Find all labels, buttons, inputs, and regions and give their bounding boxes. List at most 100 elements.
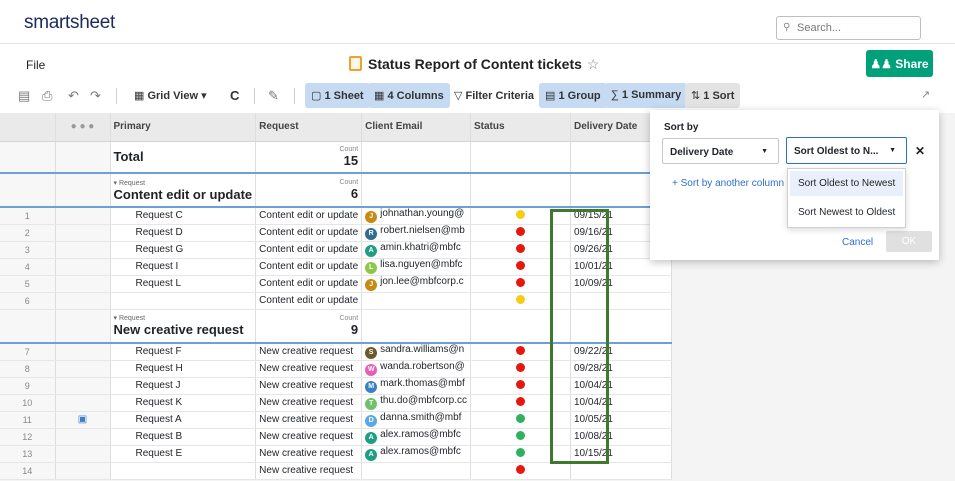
request-cell[interactable]: Content edit or update xyxy=(255,224,363,242)
primary-cell[interactable]: Request E xyxy=(110,445,257,463)
smartsheet-logo[interactable]: smartsheet xyxy=(24,12,115,34)
request-cell[interactable]: New creative request xyxy=(255,445,363,463)
status-cell[interactable] xyxy=(470,462,571,480)
table-row[interactable]: 14 New creative request xyxy=(0,462,672,480)
cancel-button[interactable]: Cancel xyxy=(842,237,873,248)
request-cell[interactable]: New creative request xyxy=(255,428,363,446)
primary-cell[interactable]: Request J xyxy=(110,377,257,395)
col-header-client-email[interactable]: Client Email xyxy=(361,113,471,142)
request-cell[interactable]: Content edit or update xyxy=(255,241,363,259)
email-cell[interactable]: Aamin.khatri@mbfc xyxy=(361,241,471,259)
row-icons xyxy=(55,343,111,361)
primary-cell[interactable]: Request G xyxy=(110,241,257,259)
summary-button[interactable]: ∑ 1 Summary xyxy=(605,83,688,108)
primary-cell[interactable]: Request F xyxy=(110,343,257,361)
row-icons xyxy=(55,207,111,225)
row-icons xyxy=(55,377,111,395)
request-cell[interactable]: New creative request xyxy=(255,462,363,480)
group-row[interactable]: ▾ Request Content edit or update Count 6 xyxy=(0,173,672,208)
option-oldest-to-newest[interactable]: Sort Oldest to Newest xyxy=(790,171,903,196)
primary-cell[interactable]: Request H xyxy=(110,360,257,378)
option-newest-to-oldest[interactable]: Sort Newest to Oldest xyxy=(788,198,905,225)
request-cell[interactable]: Content edit or update xyxy=(255,292,363,310)
remove-sort-icon[interactable]: ✕ xyxy=(915,144,925,158)
row-icons xyxy=(55,445,111,463)
sort-label: 1 Sort xyxy=(703,90,735,102)
columns-button[interactable]: ▦ 4 Columns xyxy=(368,83,450,108)
email-cell[interactable]: Rrobert.nielsen@mb xyxy=(361,224,471,242)
grid-view-dropdown[interactable]: ▦ Grid View ▾ xyxy=(128,83,213,108)
search-input[interactable]: ⚲ Search... xyxy=(776,16,921,40)
request-cell[interactable]: New creative request xyxy=(255,411,363,429)
title-bar: File Status Report of Content tickets ☆ ♟… xyxy=(0,45,955,81)
status-dot-icon xyxy=(516,226,525,236)
email-text: alex.ramos@mbfc xyxy=(380,429,461,440)
primary-cell[interactable]: Request I xyxy=(110,258,257,276)
share-button[interactable]: ♟♟ Share xyxy=(866,50,933,77)
request-cell[interactable]: Content edit or update xyxy=(255,258,363,276)
expand-icon[interactable]: ↗ xyxy=(921,88,930,101)
group-count: Count 9 xyxy=(255,309,363,344)
refresh-icon[interactable]: C xyxy=(230,88,239,103)
email-cell[interactable]: Jjohnathan.young@ xyxy=(361,207,471,225)
row-icons xyxy=(55,394,111,412)
email-cell[interactable]: Llisa.nguyen@mbfc xyxy=(361,258,471,276)
sheet-button[interactable]: ▢ 1 Sheet xyxy=(305,83,370,108)
primary-cell[interactable]: Request K xyxy=(110,394,257,412)
primary-cell[interactable] xyxy=(110,462,257,480)
group-button[interactable]: ▤ 1 Group xyxy=(539,83,607,108)
primary-cell[interactable]: Request C xyxy=(110,207,257,225)
avatar: S xyxy=(365,347,378,359)
request-cell[interactable]: Content edit or update xyxy=(255,207,363,225)
row-number: 12 xyxy=(0,428,56,446)
request-cell[interactable]: New creative request xyxy=(255,343,363,361)
email-cell[interactable]: Aalex.ramos@mbfc xyxy=(361,428,471,446)
status-dot-icon xyxy=(516,379,525,389)
count-value: 15 xyxy=(343,152,359,168)
print-icon[interactable]: ⎙ xyxy=(42,88,52,104)
primary-cell[interactable] xyxy=(110,292,257,310)
total-label: Total xyxy=(110,141,257,174)
email-cell[interactable]: Ddanna.smith@mbf xyxy=(361,411,471,429)
request-cell[interactable]: Content edit or update xyxy=(255,275,363,293)
save-icon[interactable]: ▤ xyxy=(18,88,30,104)
email-cell[interactable]: Jjon.lee@mbfcorp.c xyxy=(361,275,471,293)
email-cell[interactable]: Tthu.do@mbfcorp.cc xyxy=(361,394,471,412)
comment-icon[interactable]: ▣ xyxy=(78,414,87,425)
email-cell[interactable]: Ssandra.williams@n xyxy=(361,343,471,361)
star-icon[interactable]: ☆ xyxy=(587,56,600,72)
ok-button[interactable]: OK xyxy=(886,231,932,252)
primary-cell[interactable]: Request B xyxy=(110,428,257,446)
col-header-primary[interactable]: Primary xyxy=(110,113,257,142)
sort-order-select[interactable]: Sort Oldest to N... ▼ xyxy=(786,137,907,164)
redo-icon[interactable]: ↷ xyxy=(90,88,101,104)
email-cell[interactable]: Aalex.ramos@mbfc xyxy=(361,445,471,463)
sort-column-select[interactable]: Delivery Date ▼ xyxy=(662,138,779,164)
group-label: ▾ Request xyxy=(113,179,146,187)
undo-icon[interactable]: ↶ xyxy=(68,88,79,104)
sort-button[interactable]: ⇅ 1 Sort xyxy=(685,83,741,108)
filter-button[interactable]: ▽ Filter Criteria xyxy=(448,83,540,108)
file-menu[interactable]: File xyxy=(26,58,45,72)
highlight-icon[interactable]: ✎ xyxy=(268,88,279,104)
primary-cell[interactable]: Request D xyxy=(110,224,257,242)
request-cell[interactable]: New creative request xyxy=(255,377,363,395)
row-number: 4 xyxy=(0,258,56,276)
request-cell[interactable]: New creative request xyxy=(255,360,363,378)
avatar: J xyxy=(365,279,378,291)
col-header-request[interactable]: Request xyxy=(255,113,363,142)
email-cell[interactable] xyxy=(361,292,471,310)
status-dot-icon xyxy=(516,243,525,253)
col-header-status[interactable]: Status xyxy=(470,113,571,142)
sheet-title: Status Report of Content tickets ☆ xyxy=(349,56,599,73)
delivery-date-cell[interactable] xyxy=(570,462,672,480)
email-cell[interactable]: Mmark.thomas@mbf xyxy=(361,377,471,395)
add-sort-link[interactable]: + Sort by another column xyxy=(672,178,784,189)
email-cell[interactable] xyxy=(361,462,471,480)
row-number: 11 xyxy=(0,411,56,429)
primary-cell[interactable]: Request L xyxy=(110,275,257,293)
primary-cell[interactable]: Request A xyxy=(110,411,257,429)
email-cell[interactable]: Wwanda.robertson@ xyxy=(361,360,471,378)
request-cell[interactable]: New creative request xyxy=(255,394,363,412)
row-icons: ▣ xyxy=(55,411,111,429)
